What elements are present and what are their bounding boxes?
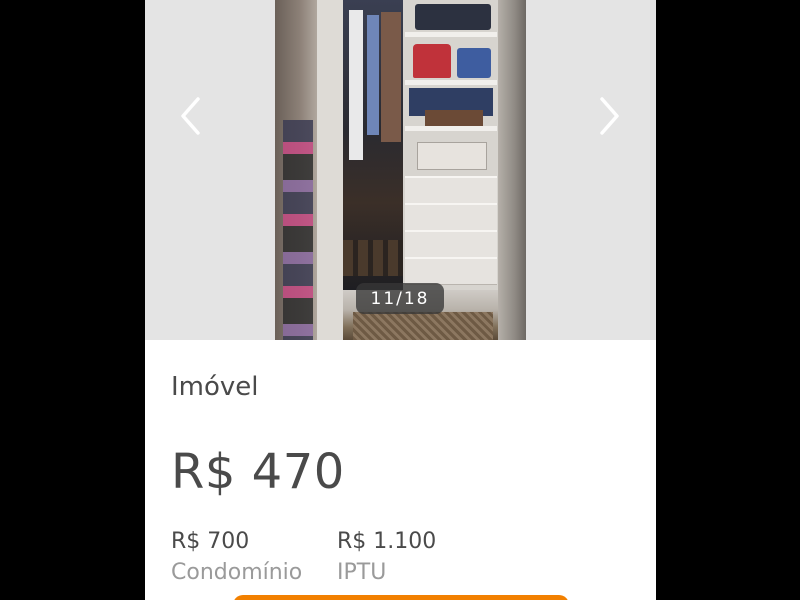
listing-category: Imóvel xyxy=(171,372,259,402)
photo-detail xyxy=(283,120,313,340)
photo-detail xyxy=(405,176,497,204)
photo-detail xyxy=(405,80,497,85)
fee-iptu: R$ 1.100 IPTU xyxy=(337,528,436,590)
listing-details: Imóvel R$ 470 R$ 700 Condomínio R$ 1.100… xyxy=(145,340,656,600)
chevron-left-icon xyxy=(181,97,200,135)
contact-button[interactable] xyxy=(233,595,569,600)
screen: 11/18 Imóvel R$ 470 R$ 700 Condomínio R$… xyxy=(0,0,800,600)
photo-detail xyxy=(367,15,379,135)
gallery-prev-button[interactable] xyxy=(171,96,211,136)
photo-detail xyxy=(415,4,491,30)
photo-detail xyxy=(457,48,491,78)
photo-detail xyxy=(405,126,497,131)
photo-detail xyxy=(381,12,401,142)
photo-detail xyxy=(405,230,497,258)
image-counter: 11/18 xyxy=(356,283,444,314)
fee-label: IPTU xyxy=(337,560,387,585)
gallery-next-button[interactable] xyxy=(589,96,629,136)
listing-page: 11/18 Imóvel R$ 470 R$ 700 Condomínio R$… xyxy=(145,0,656,600)
photo-detail xyxy=(405,203,497,231)
photo-detail xyxy=(349,10,363,160)
fee-label: Condomínio xyxy=(171,560,303,585)
image-gallery[interactable]: 11/18 xyxy=(145,0,656,340)
photo-detail xyxy=(343,240,405,276)
chevron-right-icon xyxy=(600,97,619,135)
photo-detail xyxy=(353,312,493,340)
fee-value: R$ 1.100 xyxy=(337,529,437,554)
fee-value: R$ 700 xyxy=(171,529,250,554)
photo-detail xyxy=(405,32,497,37)
listing-price: R$ 470 xyxy=(171,444,345,500)
photo-detail xyxy=(498,0,526,340)
photo-detail xyxy=(405,257,497,285)
photo-detail xyxy=(413,44,451,78)
photo-detail xyxy=(317,0,343,340)
fee-condominio: R$ 700 Condomínio xyxy=(171,528,302,590)
photo-detail xyxy=(417,142,487,170)
